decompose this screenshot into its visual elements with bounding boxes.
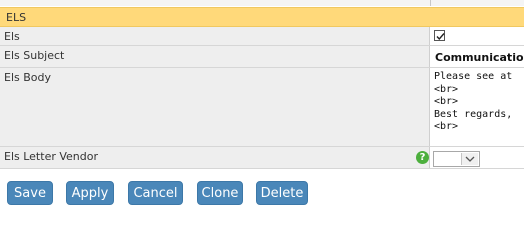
els-label: Els — [4, 30, 20, 43]
els-body-textarea[interactable]: Please see at <br> <br> Best regards, <b… — [434, 71, 512, 134]
label-cell: Els Body — [0, 68, 430, 146]
field-row-subject: Els Subject Communication — [0, 46, 524, 68]
field-row-els: Els — [0, 27, 524, 46]
els-body-label: Els Body — [4, 71, 52, 84]
els-subject-label: Els Subject — [4, 49, 65, 62]
checkmark-icon — [436, 33, 445, 41]
question-icon[interactable]: ? — [416, 151, 429, 164]
chevron-down-icon — [461, 153, 478, 165]
els-form-panel: ELS Els Els Subject Communication Els Bo… — [0, 0, 524, 212]
section-title: ELS — [6, 11, 27, 24]
cancel-button[interactable]: Cancel — [128, 181, 183, 205]
vendor-select[interactable] — [433, 151, 480, 167]
value-cell: Communication — [431, 46, 524, 67]
label-cell: Els Letter Vendor ? — [0, 147, 430, 168]
apply-button[interactable]: Apply — [66, 181, 114, 205]
label-cell: Els — [0, 27, 430, 45]
section-header: ELS — [0, 7, 524, 27]
value-cell: Please see at <br> <br> Best regards, <b… — [431, 68, 524, 146]
clone-button[interactable]: Clone — [197, 181, 243, 205]
els-subject-input[interactable]: Communication — [435, 51, 524, 64]
save-button[interactable]: Save — [7, 181, 53, 205]
value-cell — [431, 147, 524, 168]
delete-button[interactable]: Delete — [256, 181, 308, 205]
column-divider — [430, 0, 431, 6]
els-checkbox[interactable] — [434, 30, 445, 41]
els-letter-vendor-label: Els Letter Vendor — [4, 150, 98, 163]
value-cell — [431, 27, 524, 45]
field-row-vendor: Els Letter Vendor ? — [0, 147, 524, 169]
field-row-body: Els Body Please see at <br> <br> Best re… — [0, 68, 524, 147]
previous-row-remnant — [0, 0, 524, 6]
label-cell: Els Subject — [0, 46, 430, 67]
